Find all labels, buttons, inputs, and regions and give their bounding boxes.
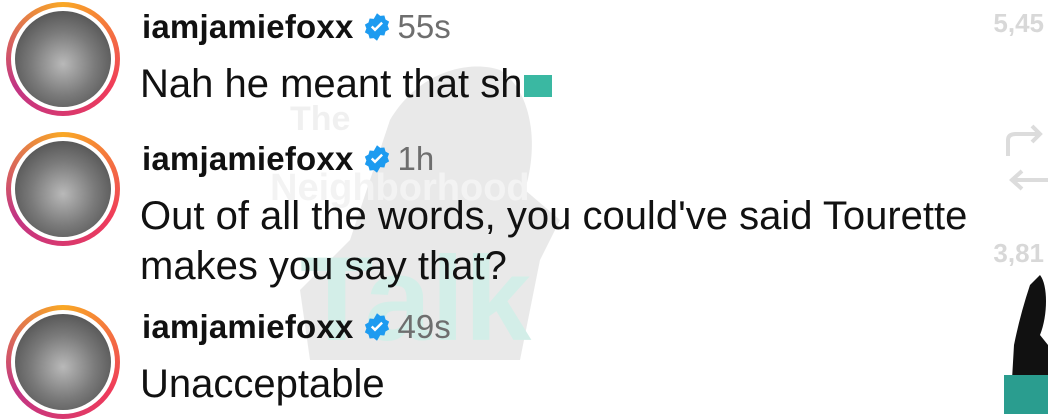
reply-icon[interactable] xyxy=(1004,165,1048,195)
comment-time: 49s xyxy=(397,308,451,345)
thumbnail xyxy=(1004,275,1048,414)
censor-box xyxy=(524,75,553,98)
comment-username[interactable]: iamjamiefoxx xyxy=(142,308,354,346)
avatar[interactable] xyxy=(6,2,120,116)
view-count-2: 3,81 xyxy=(993,238,1044,268)
side-overlay: 5,45 3,81 xyxy=(993,0,1048,414)
comment-1: iamjamiefoxx 55s Nah he meant that sh xyxy=(0,0,1000,130)
avatar-photo xyxy=(15,314,111,410)
view-count-1: 5,45 xyxy=(993,8,1044,38)
comment-username[interactable]: iamjamiefoxx xyxy=(142,8,354,46)
avatar[interactable] xyxy=(6,305,120,419)
comment-time: 55s xyxy=(397,8,451,45)
comment-3: iamjamiefoxx 49s Unacceptable xyxy=(0,300,1000,419)
share-icon[interactable] xyxy=(1004,120,1048,160)
verified-badge-icon xyxy=(364,145,389,173)
avatar-photo xyxy=(15,141,111,237)
verified-badge-icon xyxy=(364,313,389,341)
comment-username[interactable]: iamjamiefoxx xyxy=(142,140,354,178)
avatar-photo xyxy=(15,11,111,107)
comment-2: iamjamiefoxx 1h Out of all the words, yo… xyxy=(0,132,1000,302)
comment-text-line2: makes you say that? xyxy=(140,244,507,288)
comment-time: 1h xyxy=(397,140,435,177)
comment-text-wrapper: Nah he meant that sh xyxy=(140,58,553,110)
comment-text: Unacceptable xyxy=(140,362,385,406)
comment-text-line1: Out of all the words, you could've said … xyxy=(140,194,968,238)
avatar[interactable] xyxy=(6,132,120,246)
comment-text: Nah he meant that sh xyxy=(140,62,523,106)
verified-badge-icon xyxy=(364,13,389,41)
